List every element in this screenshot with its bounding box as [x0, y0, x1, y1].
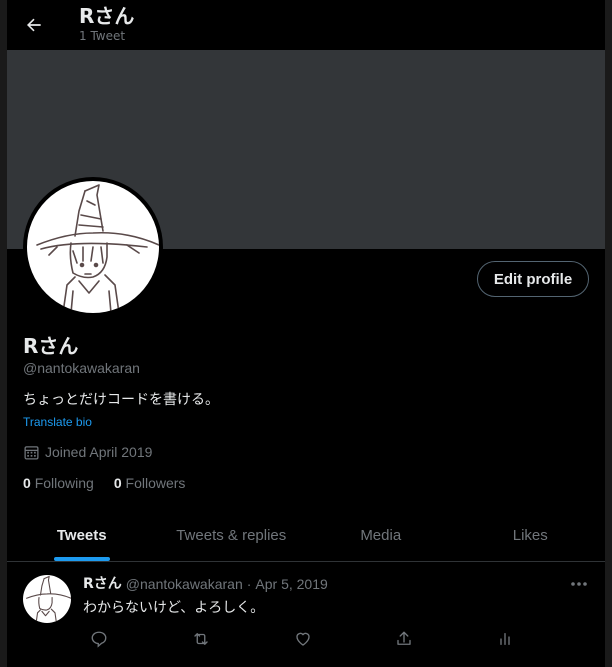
joined-date: Joined April 2019 — [23, 442, 152, 462]
followers-link[interactable]: 0 Followers — [114, 473, 186, 493]
tweet-date[interactable]: Apr 5, 2019 — [255, 575, 327, 593]
edit-profile-button[interactable]: Edit profile — [477, 261, 589, 297]
tweet-count: 1 Tweet — [79, 29, 126, 43]
more-icon[interactable] — [567, 575, 591, 593]
joined-label: Joined April 2019 — [45, 444, 153, 460]
tab-tweets[interactable]: Tweets — [7, 509, 157, 561]
page-title: Rさん — [79, 4, 135, 28]
tab-media[interactable]: Media — [306, 509, 456, 561]
profile-avatar[interactable] — [23, 177, 163, 317]
share-icon[interactable] — [394, 629, 414, 649]
tweet-author-name[interactable]: Rさん — [83, 575, 122, 593]
profile-name: Rさん — [23, 334, 79, 358]
window-frame-left — [0, 0, 7, 667]
tab-media-label: Media — [360, 526, 402, 544]
witch-avatar-image-small — [26, 575, 71, 623]
follow-stats: 0 Following 0 Followers — [23, 473, 185, 493]
following-link[interactable]: 0 Following — [23, 473, 94, 493]
tab-likes[interactable]: Likes — [456, 509, 606, 561]
tweet-item[interactable]: Rさん @nantokawakaran · Apr 5, 2019 わからないけ… — [7, 563, 605, 667]
top-bar: Rさん 1 Tweet — [7, 0, 605, 50]
arrow-left-icon — [27, 18, 41, 32]
window-frame-right — [605, 0, 612, 667]
tweet-author-handle[interactable]: @nantokawakaran — [126, 575, 243, 593]
profile-bio: ちょっとだけコードを書ける。 — [23, 392, 219, 408]
back-button[interactable] — [17, 8, 51, 42]
analytics-icon[interactable] — [495, 629, 515, 649]
tab-likes-label: Likes — [512, 526, 548, 544]
tweet-separator: · — [246, 576, 252, 592]
calendar-icon — [24, 445, 39, 460]
tab-tweets-replies[interactable]: Tweets & replies — [157, 509, 307, 561]
tweet-actions — [83, 629, 510, 649]
tab-tweets-replies-label: Tweets & replies — [176, 526, 287, 544]
translate-bio-link[interactable]: Translate bio — [23, 414, 92, 430]
reply-icon[interactable] — [89, 629, 109, 649]
followers-count: 0 — [113, 475, 122, 491]
like-icon[interactable] — [293, 629, 313, 649]
active-tab-indicator — [53, 557, 110, 561]
profile-handle: @nantokawakaran — [23, 360, 140, 376]
tab-tweets-label: Tweets — [56, 526, 107, 544]
retweet-icon[interactable] — [191, 629, 211, 649]
following-label: Following — [34, 475, 94, 491]
following-count: 0 — [23, 475, 31, 491]
witch-avatar-image — [36, 184, 159, 313]
tweet-avatar[interactable] — [23, 575, 71, 623]
profile-column: Rさん 1 Tweet Edit profile Rさん @nantokawak… — [7, 0, 605, 667]
profile-tabs: Tweets Tweets & replies Media Likes — [7, 509, 605, 562]
tweet-header: Rさん @nantokawakaran · Apr 5, 2019 — [83, 575, 328, 593]
tweet-text: わからないけど、よろしく。 — [83, 600, 265, 616]
followers-label: Followers — [125, 475, 186, 491]
more-dots-icon — [571, 582, 587, 586]
